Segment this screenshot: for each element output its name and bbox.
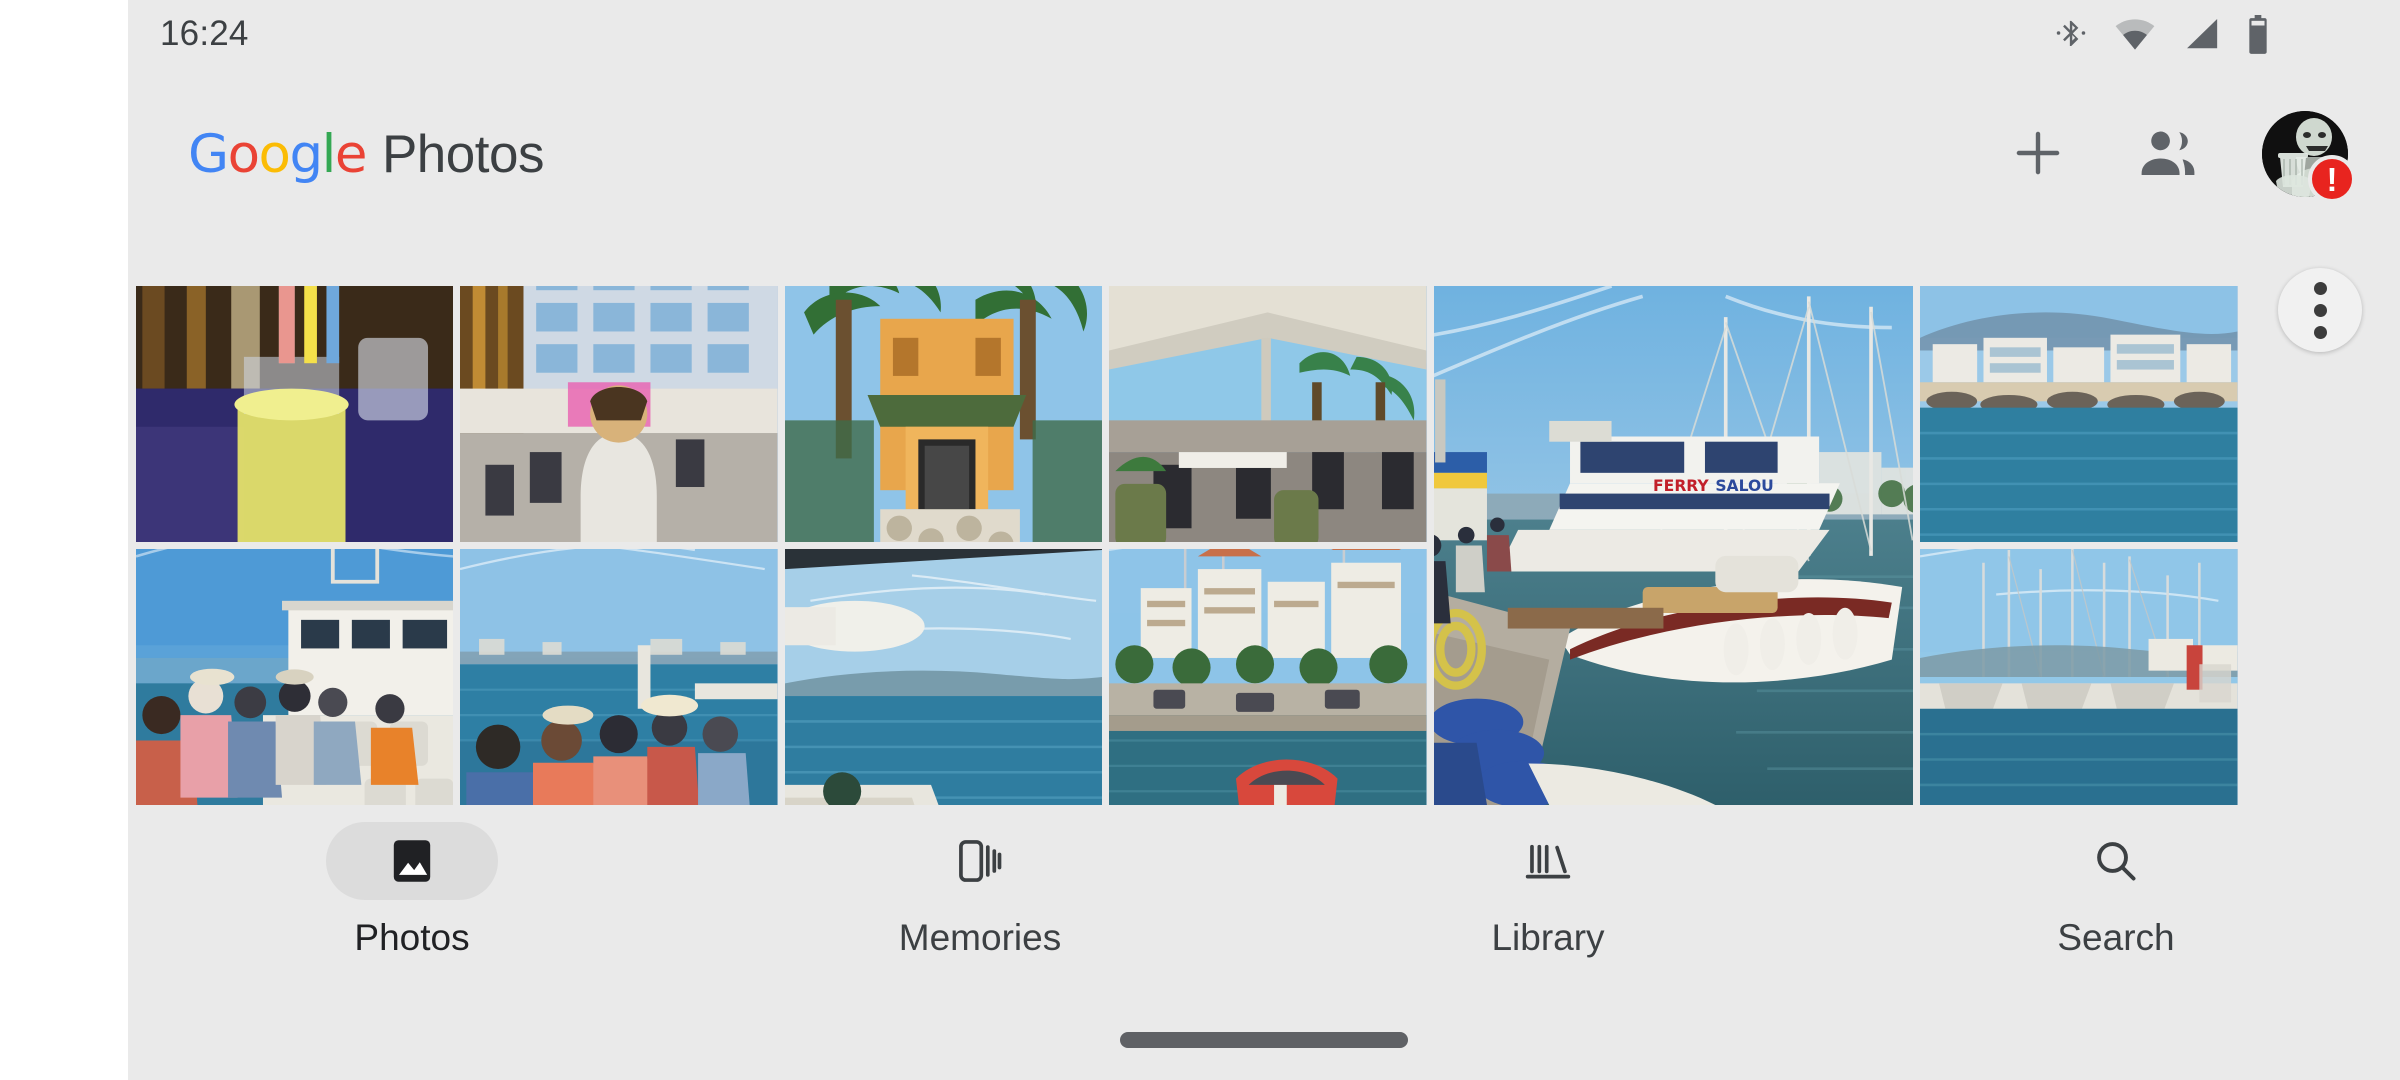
photo-coastline-town[interactable] bbox=[1920, 286, 2238, 542]
photo-thumbnail: FERRY SALOU bbox=[1433, 286, 1914, 805]
logo-letter-o1: o bbox=[227, 123, 260, 185]
logo-letter-e: e bbox=[334, 123, 368, 185]
photo-pavilion-palms[interactable] bbox=[784, 286, 1103, 542]
photo-marina-ferry-sailboat[interactable]: FERRY SALOU bbox=[1433, 286, 1914, 805]
nav-library-pill bbox=[1462, 822, 1634, 900]
photo-thumbnail bbox=[460, 286, 778, 542]
app-logo: Google Photos bbox=[188, 124, 544, 185]
nav-library-label: Library bbox=[1491, 917, 1605, 958]
photo-thumbnail bbox=[460, 549, 778, 805]
alert-badge: ! bbox=[2308, 155, 2356, 203]
photo-cafe-parasol[interactable] bbox=[1109, 286, 1427, 542]
status-bar: 16:24 bbox=[128, 0, 2400, 68]
more-options-button[interactable] bbox=[2278, 268, 2362, 352]
photo-thumbnail bbox=[784, 286, 1103, 542]
logo-letter-g: G bbox=[188, 123, 229, 185]
photo-thumbnail bbox=[1920, 549, 2238, 805]
library-icon bbox=[1522, 835, 1574, 887]
photo-yacht-masts[interactable] bbox=[1920, 549, 2238, 805]
svg-text:SALOU: SALOU bbox=[1715, 477, 1773, 495]
header-actions: ! bbox=[2002, 111, 2356, 203]
status-clock: 16:24 bbox=[160, 14, 249, 53]
dot-3 bbox=[2313, 325, 2327, 339]
logo-letter-l: l bbox=[321, 123, 337, 185]
logo-letter-o2: o bbox=[258, 123, 291, 185]
device-screen: 16:24 Google Photos ! FERRY SALOU Photos… bbox=[0, 0, 2400, 1080]
photo-sea-sky-wake[interactable] bbox=[784, 549, 1103, 805]
memories-icon bbox=[954, 835, 1006, 887]
nav-library[interactable]: Library bbox=[1264, 822, 1832, 959]
photo-terrace-bar[interactable] bbox=[460, 286, 778, 542]
photo-grid: FERRY SALOU bbox=[136, 286, 2400, 806]
dot-1 bbox=[2313, 281, 2327, 295]
photo-thumbnail bbox=[1109, 549, 1427, 805]
bluetooth-icon bbox=[2054, 14, 2088, 54]
logo-letter-g2: g bbox=[289, 123, 323, 185]
photo-boat-tour-group[interactable] bbox=[460, 549, 778, 805]
add-button[interactable] bbox=[2002, 118, 2074, 190]
photo-grid-area: FERRY SALOU bbox=[128, 240, 2400, 806]
image-icon bbox=[386, 835, 438, 887]
svg-text:FERRY: FERRY bbox=[1653, 477, 1709, 495]
status-icons bbox=[2054, 14, 2270, 54]
left-gutter bbox=[0, 0, 128, 1080]
dot-2 bbox=[2313, 303, 2327, 317]
nav-memories-label: Memories bbox=[898, 917, 1062, 958]
wifi-icon bbox=[2114, 17, 2156, 51]
phone-screen: 16:24 Google Photos ! FERRY SALOU Photos… bbox=[128, 0, 2400, 1080]
photo-thumbnail bbox=[1109, 286, 1427, 542]
nav-search-pill bbox=[2030, 822, 2202, 900]
nav-search-label: Search bbox=[2057, 917, 2175, 958]
cellular-signal-icon bbox=[2182, 17, 2220, 51]
nav-search[interactable]: Search bbox=[1832, 822, 2400, 959]
photo-thumbnail bbox=[136, 549, 454, 805]
nav-photos-pill bbox=[326, 822, 498, 900]
google-wordmark: Google bbox=[188, 123, 368, 185]
photo-boat-passengers[interactable] bbox=[136, 549, 454, 805]
photo-harbour-promenade[interactable] bbox=[1109, 549, 1427, 805]
search-icon bbox=[2090, 835, 2142, 887]
battery-icon bbox=[2246, 14, 2270, 54]
plus-icon bbox=[2007, 122, 2069, 187]
gesture-bar[interactable] bbox=[1120, 1032, 1408, 1048]
photo-thumbnail bbox=[784, 549, 1103, 805]
people-icon bbox=[2135, 120, 2201, 189]
nav-memories-pill bbox=[894, 822, 1066, 900]
nav-memories[interactable]: Memories bbox=[696, 822, 1264, 959]
product-name: Photos bbox=[381, 124, 545, 184]
nav-photos-label: Photos bbox=[354, 917, 470, 958]
sharing-button[interactable] bbox=[2132, 118, 2204, 190]
photo-thumbnail bbox=[136, 286, 454, 542]
nav-photos[interactable]: Photos bbox=[128, 822, 696, 959]
photo-cocktail-glass[interactable] bbox=[136, 286, 454, 542]
app-header: Google Photos ! bbox=[128, 68, 2400, 240]
photo-thumbnail bbox=[1920, 286, 2238, 542]
account-avatar[interactable]: ! bbox=[2262, 111, 2356, 203]
